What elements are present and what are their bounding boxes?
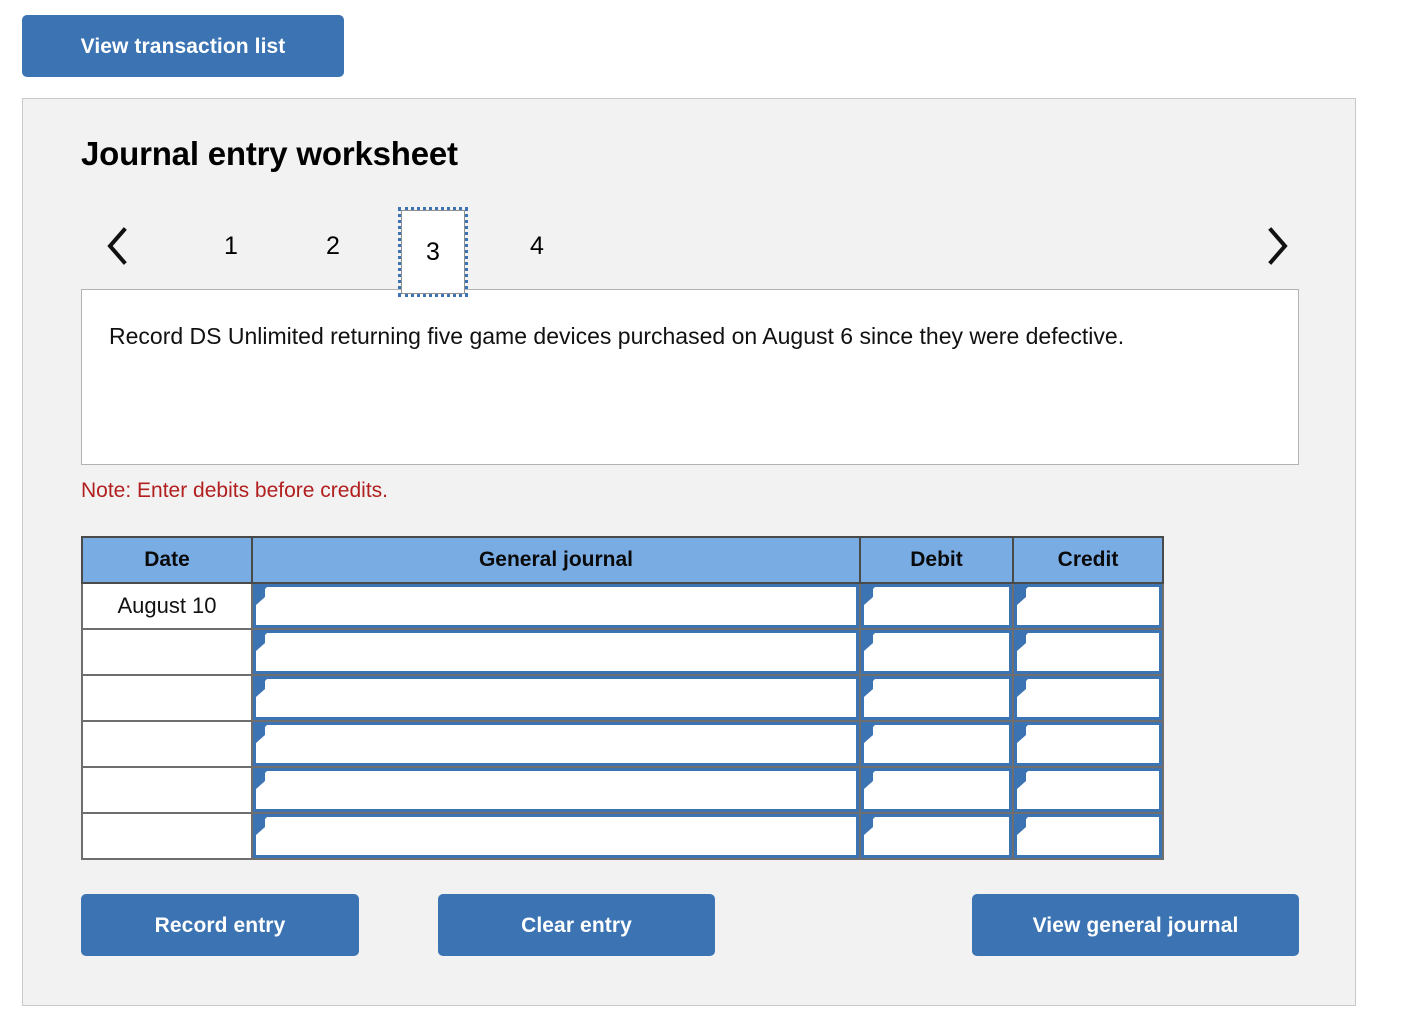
credit-input[interactable] xyxy=(1014,584,1162,628)
record-entry-button[interactable]: Record entry xyxy=(81,894,359,956)
general-journal-cell[interactable] xyxy=(251,720,861,768)
general-journal-input[interactable] xyxy=(253,584,859,628)
date-cell xyxy=(81,674,253,722)
clear-entry-button[interactable]: Clear entry xyxy=(438,894,715,956)
credit-cell[interactable] xyxy=(1012,628,1164,676)
date-cell: August 10 xyxy=(81,582,253,630)
credit-input[interactable] xyxy=(1014,676,1162,720)
debits-before-credits-note: Note: Enter debits before credits. xyxy=(81,479,388,502)
debit-input[interactable] xyxy=(861,814,1012,858)
view-transaction-list-button[interactable]: View transaction list xyxy=(22,15,344,77)
debit-input[interactable] xyxy=(861,676,1012,720)
journal-entry-page: View transaction list Journal entry work… xyxy=(0,0,1412,1020)
credit-cell[interactable] xyxy=(1012,812,1164,860)
transaction-description-text: Record DS Unlimited returning five game … xyxy=(109,323,1125,349)
worksheet-tab-2[interactable]: 2 xyxy=(301,213,365,279)
column-header-general-journal: General journal xyxy=(251,536,861,584)
debit-cell[interactable] xyxy=(859,766,1014,814)
general-journal-input[interactable] xyxy=(253,722,859,766)
view-general-journal-button[interactable]: View general journal xyxy=(972,894,1299,956)
general-journal-cell[interactable] xyxy=(251,766,861,814)
transaction-description-box: Record DS Unlimited returning five game … xyxy=(81,289,1299,465)
column-header-debit: Debit xyxy=(859,536,1014,584)
general-journal-cell[interactable] xyxy=(251,582,861,630)
date-cell xyxy=(81,766,253,814)
credit-input[interactable] xyxy=(1014,630,1162,674)
next-entry-button[interactable] xyxy=(1255,215,1299,277)
date-cell xyxy=(81,812,253,860)
journal-entry-table: Date General journal Debit Credit August… xyxy=(81,536,1164,860)
table-row xyxy=(81,628,1164,676)
journal-entry-worksheet-panel: Journal entry worksheet 1 2 3 4 Record D… xyxy=(22,98,1356,1006)
table-row xyxy=(81,766,1164,814)
table-row xyxy=(81,812,1164,860)
worksheet-tab-strip: 1 2 3 4 xyxy=(81,207,1299,297)
debit-input[interactable] xyxy=(861,768,1012,812)
chevron-left-icon xyxy=(104,226,130,266)
table-row xyxy=(81,674,1164,722)
previous-entry-button[interactable] xyxy=(95,215,139,277)
date-cell xyxy=(81,628,253,676)
general-journal-cell[interactable] xyxy=(251,674,861,722)
debit-input[interactable] xyxy=(861,630,1012,674)
worksheet-tab-1[interactable]: 1 xyxy=(199,213,263,279)
credit-cell[interactable] xyxy=(1012,582,1164,630)
column-header-credit: Credit xyxy=(1012,536,1164,584)
general-journal-input[interactable] xyxy=(253,630,859,674)
credit-cell[interactable] xyxy=(1012,674,1164,722)
chevron-right-icon xyxy=(1264,226,1290,266)
debit-cell[interactable] xyxy=(859,812,1014,860)
debit-cell[interactable] xyxy=(859,674,1014,722)
date-cell xyxy=(81,720,253,768)
general-journal-input[interactable] xyxy=(253,768,859,812)
table-row xyxy=(81,720,1164,768)
general-journal-input[interactable] xyxy=(253,814,859,858)
column-header-date: Date xyxy=(81,536,253,584)
credit-cell[interactable] xyxy=(1012,720,1164,768)
debit-cell[interactable] xyxy=(859,628,1014,676)
debit-cell[interactable] xyxy=(859,582,1014,630)
credit-input[interactable] xyxy=(1014,768,1162,812)
debit-cell[interactable] xyxy=(859,720,1014,768)
worksheet-tab-3[interactable]: 3 xyxy=(398,207,468,297)
credit-input[interactable] xyxy=(1014,722,1162,766)
worksheet-tab-4[interactable]: 4 xyxy=(505,213,569,279)
credit-cell[interactable] xyxy=(1012,766,1164,814)
debit-input[interactable] xyxy=(861,722,1012,766)
table-row: August 10 xyxy=(81,582,1164,630)
general-journal-input[interactable] xyxy=(253,676,859,720)
general-journal-cell[interactable] xyxy=(251,628,861,676)
debit-input[interactable] xyxy=(861,584,1012,628)
general-journal-cell[interactable] xyxy=(251,812,861,860)
table-header-row: Date General journal Debit Credit xyxy=(81,536,1164,584)
page-title: Journal entry worksheet xyxy=(81,135,458,172)
credit-input[interactable] xyxy=(1014,814,1162,858)
